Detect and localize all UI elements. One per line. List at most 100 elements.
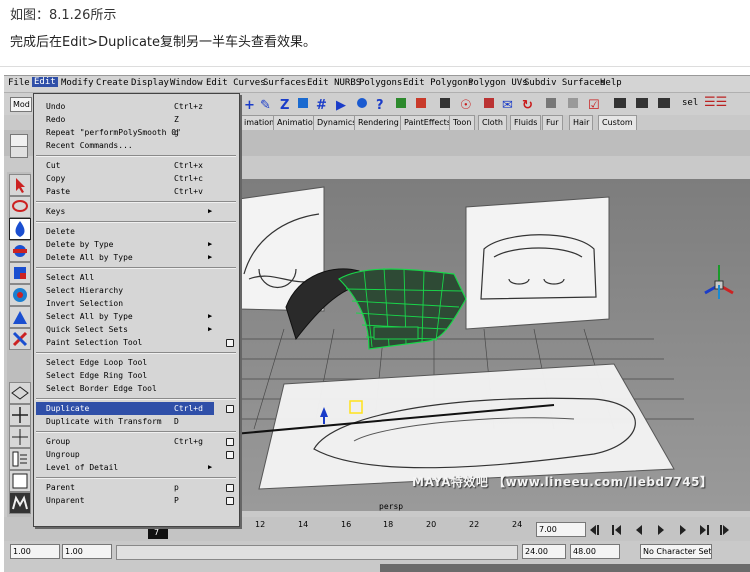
tab-rendering[interactable]: Rendering [354,115,403,131]
frame-tick: 22 [469,520,480,529]
menu-separator [36,398,236,400]
tab-painteffects[interactable]: PaintEffects [400,115,455,131]
end-time-field[interactable]: 48.00 [570,544,620,559]
tab-hair[interactable]: Hair [569,115,594,131]
sel-label: sel [682,98,699,108]
start-time-field[interactable]: 1.00 [10,544,60,559]
tab-fluids[interactable]: Fluids [510,115,542,131]
frame-tick: 24 [512,520,523,529]
menu-item-cut[interactable]: Cut Ctrl+x [36,159,214,172]
menu-item-parent[interactable]: Parent p [36,481,234,494]
layout-grid-icon[interactable] [9,426,31,448]
menu-item-unparent[interactable]: Unparent P [36,494,234,507]
divider [0,66,750,67]
menu-item-duplicate[interactable]: Duplicate Ctrl+d [36,402,234,415]
paint-select-tool-icon[interactable] [9,218,31,240]
menu-item-select-hierarchy[interactable]: Select Hierarchy [36,284,214,297]
menu-item-select-all-by-type[interactable]: Select All by Type ▶ [36,310,214,323]
menu-item-select-border-edge[interactable]: Select Border Edge Tool [36,382,214,395]
option-box-icon[interactable] [226,405,234,413]
menu-display[interactable]: Display [131,78,169,88]
option-box-icon[interactable] [226,451,234,459]
menu-modify[interactable]: Modify [61,78,94,88]
svg-text:#: # [316,98,327,113]
submenu-arrow-icon: ▶ [208,463,213,471]
svg-text:✎: ✎ [260,98,271,113]
menu-item-redo[interactable]: Redo Z [36,113,214,126]
mode-selector[interactable]: Mod [10,97,32,112]
toolbox [7,172,31,520]
option-box-icon[interactable] [226,339,234,347]
submenu-arrow-icon: ▶ [208,207,213,215]
menu-edit-curves[interactable]: Edit Curves [206,78,266,88]
menu-item-paint-selection-tool[interactable]: Paint Selection Tool [36,336,234,349]
menu-item-repeat[interactable]: Repeat "performPolySmooth 0" g [36,126,214,139]
menu-help[interactable]: Help [600,78,622,88]
move-tool-icon[interactable] [9,240,31,262]
menu-item-ungroup[interactable]: Ungroup [36,448,234,461]
menu-item-group[interactable]: Group Ctrl+g [36,435,234,448]
character-set-field[interactable]: No Character Set [640,544,712,559]
menu-item-level-of-detail[interactable]: Level of Detail ▶ [36,461,214,474]
playback-controls[interactable] [588,522,748,538]
menu-item-recent-commands[interactable]: Recent Commands... [36,139,214,152]
last-tool-icon[interactable] [9,328,31,350]
range-slider-bar[interactable] [116,545,518,560]
menu-separator [36,221,236,223]
menu-subdiv-surfaces[interactable]: Subdiv Surfaces [524,78,605,88]
menu-edit[interactable]: Edit [32,77,58,87]
menu-polygon-uvs[interactable]: Polygon UVs [468,78,528,88]
shelf-dropdown-icon[interactable] [10,146,28,158]
menu-item-invert-selection[interactable]: Invert Selection [36,297,214,310]
menu-edit-polygons[interactable]: Edit Polygons [403,78,473,88]
menu-bar: File Edit Modify Create Display Window E… [4,76,750,93]
lasso-tool-icon[interactable] [9,196,31,218]
menu-create[interactable]: Create [96,78,129,88]
tab-toon[interactable]: Toon [449,115,476,131]
select-tool-icon[interactable] [9,174,31,196]
rotate-tool-icon[interactable] [9,262,31,284]
menu-item-delete-by-type[interactable]: Delete by Type ▶ [36,238,214,251]
menu-item-duplicate-with-transform[interactable]: Duplicate with Transform D [36,415,214,428]
menu-file[interactable]: File [8,78,30,88]
sel-mode-icons[interactable]: ☰☰ [704,95,727,110]
menu-surfaces[interactable]: Surfaces [263,78,306,88]
menu-edit-nurbs[interactable]: Edit NURBS [307,78,361,88]
menu-polygons[interactable]: Polygons [359,78,402,88]
option-box-icon[interactable] [226,484,234,492]
tab-custom[interactable]: Custom [598,115,637,131]
menu-item-select-all[interactable]: Select All [36,271,214,284]
tab-cloth[interactable]: Cloth [478,115,507,131]
edit-menu-dropdown: Undo Ctrl+z Redo Z Repeat "performPolySmoo… [33,93,240,527]
menu-item-paste[interactable]: Paste Ctrl+v [36,185,214,198]
scale-tool-icon[interactable] [9,284,31,306]
playback-start-field[interactable]: 1.00 [62,544,112,559]
svg-text:↻: ↻ [522,98,533,113]
manipulator-tool-icon[interactable] [9,306,31,328]
layout-single-icon[interactable] [9,382,31,404]
menu-separator [36,477,236,479]
menu-separator [36,201,236,203]
menu-item-keys[interactable]: Keys ▶ [36,205,214,218]
layout-four-icon[interactable] [9,404,31,426]
layout-outliner-icon[interactable] [9,448,31,470]
menu-item-undo[interactable]: Undo Ctrl+z [36,100,214,113]
menu-item-delete[interactable]: Delete [36,225,214,238]
frame-tick: 16 [341,520,352,529]
menu-window[interactable]: Window [170,78,203,88]
option-box-icon[interactable] [226,497,234,505]
menu-item-copy[interactable]: Copy Ctrl+c [36,172,214,185]
menu-separator [36,352,236,354]
option-box-icon[interactable] [226,438,234,446]
current-time-field[interactable]: 7.00 [536,522,586,537]
tab-fur[interactable]: Fur [542,115,563,131]
status-line-icons[interactable]: + ✎ Z # ▶ ? ☉ ✉ ↻ ☑ [240,93,750,115]
viewport-camera-label: persp [379,502,404,511]
layout-hypershade-icon[interactable] [9,470,31,492]
menu-item-select-edge-ring[interactable]: Select Edge Ring Tool [36,369,214,382]
menu-item-quick-select-sets[interactable]: Quick Select Sets ▶ [36,323,214,336]
playback-end-field[interactable]: 24.00 [522,544,566,559]
menu-item-delete-all-by-type[interactable]: Delete All by Type ▶ [36,251,214,264]
svg-text:Z: Z [280,98,289,113]
menu-item-select-edge-loop[interactable]: Select Edge Loop Tool [36,356,214,369]
